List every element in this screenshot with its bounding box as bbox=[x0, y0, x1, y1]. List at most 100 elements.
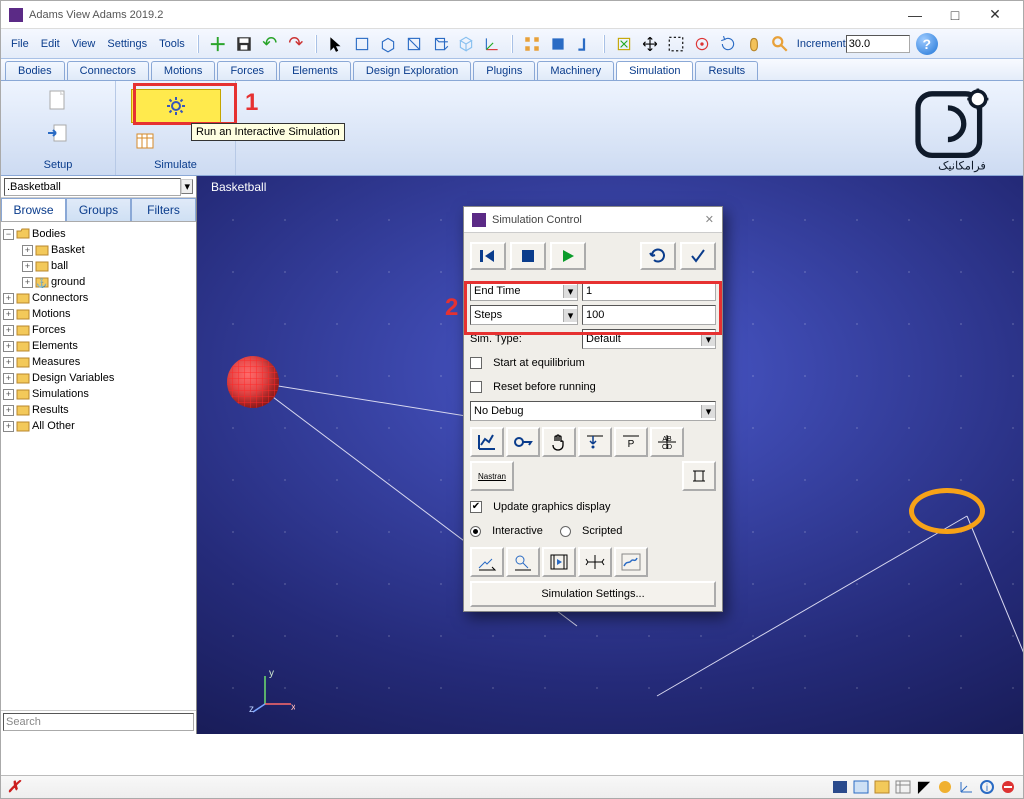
menu-edit[interactable]: Edit bbox=[35, 36, 66, 52]
expand-icon[interactable]: + bbox=[3, 325, 14, 336]
check-button[interactable] bbox=[680, 242, 716, 270]
expand-icon[interactable]: + bbox=[3, 293, 14, 304]
update-graphics-checkbox[interactable]: ✔ bbox=[470, 501, 482, 513]
undo-icon[interactable]: ↶ bbox=[258, 32, 282, 56]
redo-icon[interactable]: ↷ bbox=[284, 32, 308, 56]
tree-ground[interactable]: ground bbox=[51, 276, 85, 288]
search-input[interactable] bbox=[3, 713, 194, 731]
fill-icon[interactable] bbox=[546, 32, 570, 56]
tree-measures[interactable]: Measures bbox=[32, 356, 80, 368]
sim-type-select[interactable]: Default▾ bbox=[582, 329, 716, 349]
expand-icon[interactable]: + bbox=[3, 389, 14, 400]
dropdown-arrow-icon[interactable]: ▾ bbox=[181, 179, 193, 194]
film-icon[interactable] bbox=[542, 547, 576, 577]
tab-elements[interactable]: Elements bbox=[279, 61, 351, 80]
wireframe-icon[interactable] bbox=[454, 32, 478, 56]
save-icon[interactable] bbox=[232, 32, 256, 56]
expand-icon[interactable]: + bbox=[3, 373, 14, 384]
tree-forces[interactable]: Forces bbox=[32, 324, 66, 336]
refresh-button[interactable] bbox=[640, 242, 676, 270]
status-info-icon[interactable]: i bbox=[978, 778, 996, 796]
expand-icon[interactable]: + bbox=[3, 405, 14, 416]
tool-abcd-icon[interactable]: ABCD bbox=[650, 427, 684, 457]
dlg-close-button[interactable]: ✕ bbox=[705, 213, 714, 226]
stop-button[interactable] bbox=[510, 242, 546, 270]
tree-ball[interactable]: ball bbox=[51, 260, 68, 272]
tab-motions[interactable]: Motions bbox=[151, 61, 216, 80]
pan-icon[interactable] bbox=[742, 32, 766, 56]
new-icon[interactable]: ＋ bbox=[206, 32, 230, 56]
maximize-button[interactable]: □ bbox=[935, 1, 975, 29]
play-button[interactable] bbox=[550, 242, 586, 270]
simulation-control-dialog[interactable]: Simulation Control ✕ En bbox=[463, 206, 723, 612]
tab-plugins[interactable]: Plugins bbox=[473, 61, 535, 80]
expand-icon[interactable]: + bbox=[22, 245, 33, 256]
close-button[interactable]: ✕ bbox=[975, 1, 1015, 29]
minimize-button[interactable]: — bbox=[895, 1, 935, 29]
tree-connectors[interactable]: Connectors bbox=[32, 292, 88, 304]
model-selector[interactable] bbox=[4, 178, 181, 196]
zoom-icon[interactable] bbox=[768, 32, 792, 56]
tab-forces[interactable]: Forces bbox=[217, 61, 277, 80]
menu-tools[interactable]: Tools bbox=[153, 36, 191, 52]
menu-view[interactable]: View bbox=[66, 36, 102, 52]
rotate-icon[interactable] bbox=[716, 32, 740, 56]
expand-icon[interactable]: + bbox=[22, 261, 33, 272]
tab-machinery[interactable]: Machinery bbox=[537, 61, 614, 80]
status-icon-3[interactable] bbox=[873, 778, 891, 796]
end-time-input[interactable]: 1 bbox=[582, 281, 716, 301]
tool-plot-icon[interactable] bbox=[470, 427, 504, 457]
tree-motions[interactable]: Motions bbox=[32, 308, 71, 320]
save-sim-icon[interactable] bbox=[470, 547, 504, 577]
tab-connectors[interactable]: Connectors bbox=[67, 61, 149, 80]
tool-measure-icon[interactable] bbox=[682, 461, 716, 491]
page-icon[interactable] bbox=[46, 89, 70, 111]
menu-settings[interactable]: Settings bbox=[101, 36, 153, 52]
sidebar-tab-groups[interactable]: Groups bbox=[66, 198, 131, 221]
status-axis-icon[interactable] bbox=[957, 778, 975, 796]
start-equilibrium-checkbox[interactable] bbox=[470, 357, 482, 369]
tool-p-icon[interactable]: P bbox=[614, 427, 648, 457]
expand-icon[interactable]: + bbox=[3, 341, 14, 352]
center-icon[interactable] bbox=[690, 32, 714, 56]
move-icon[interactable] bbox=[638, 32, 662, 56]
sidebar-tab-filters[interactable]: Filters bbox=[131, 198, 196, 221]
status-icon-1[interactable] bbox=[831, 778, 849, 796]
tree-bodies[interactable]: Bodies bbox=[32, 228, 66, 240]
expand-icon[interactable]: + bbox=[22, 277, 33, 288]
table-icon[interactable] bbox=[136, 133, 154, 149]
select-icon[interactable] bbox=[324, 32, 348, 56]
tab-bodies[interactable]: Bodies bbox=[5, 61, 65, 80]
nastran-button[interactable]: Nastran bbox=[470, 461, 514, 491]
steps-input[interactable]: 100 bbox=[582, 305, 716, 325]
view-back-icon[interactable] bbox=[402, 32, 426, 56]
status-cancel-icon[interactable]: ✗ bbox=[7, 777, 20, 797]
interactive-radio[interactable] bbox=[470, 526, 481, 537]
grid1-icon[interactable] bbox=[520, 32, 544, 56]
view-iso-icon[interactable] bbox=[376, 32, 400, 56]
sidebar-tab-browse[interactable]: Browse bbox=[1, 198, 66, 221]
model-tree[interactable]: −Bodies +Basket +ball +⚓ground +Connecto… bbox=[1, 222, 196, 710]
corner-icon[interactable] bbox=[572, 32, 596, 56]
tool-hand-icon[interactable] bbox=[542, 427, 576, 457]
status-icon-2[interactable] bbox=[852, 778, 870, 796]
tree-simulations[interactable]: Simulations bbox=[32, 388, 89, 400]
3d-viewport[interactable]: Basketball y x z Simulation Control ✕ bbox=[197, 176, 1023, 734]
tab-simulation[interactable]: Simulation bbox=[616, 61, 693, 80]
end-time-select[interactable]: End Time▾ bbox=[470, 281, 578, 301]
import-icon[interactable] bbox=[46, 123, 70, 143]
debug-select[interactable]: No Debug▾ bbox=[470, 401, 716, 421]
axis-icon[interactable] bbox=[480, 32, 504, 56]
rewind-button[interactable] bbox=[470, 242, 506, 270]
tool-key-icon[interactable] bbox=[506, 427, 540, 457]
status-stop-icon[interactable] bbox=[999, 778, 1017, 796]
increment-input[interactable] bbox=[846, 35, 910, 53]
view-front-icon[interactable] bbox=[350, 32, 374, 56]
tree-results[interactable]: Results bbox=[32, 404, 69, 416]
run-simulation-button[interactable] bbox=[131, 89, 221, 123]
zoom-window-icon[interactable] bbox=[664, 32, 688, 56]
results-plot-icon[interactable] bbox=[614, 547, 648, 577]
expand-icon[interactable]: + bbox=[3, 309, 14, 320]
status-icon-4[interactable] bbox=[894, 778, 912, 796]
scripted-radio[interactable] bbox=[560, 526, 571, 537]
